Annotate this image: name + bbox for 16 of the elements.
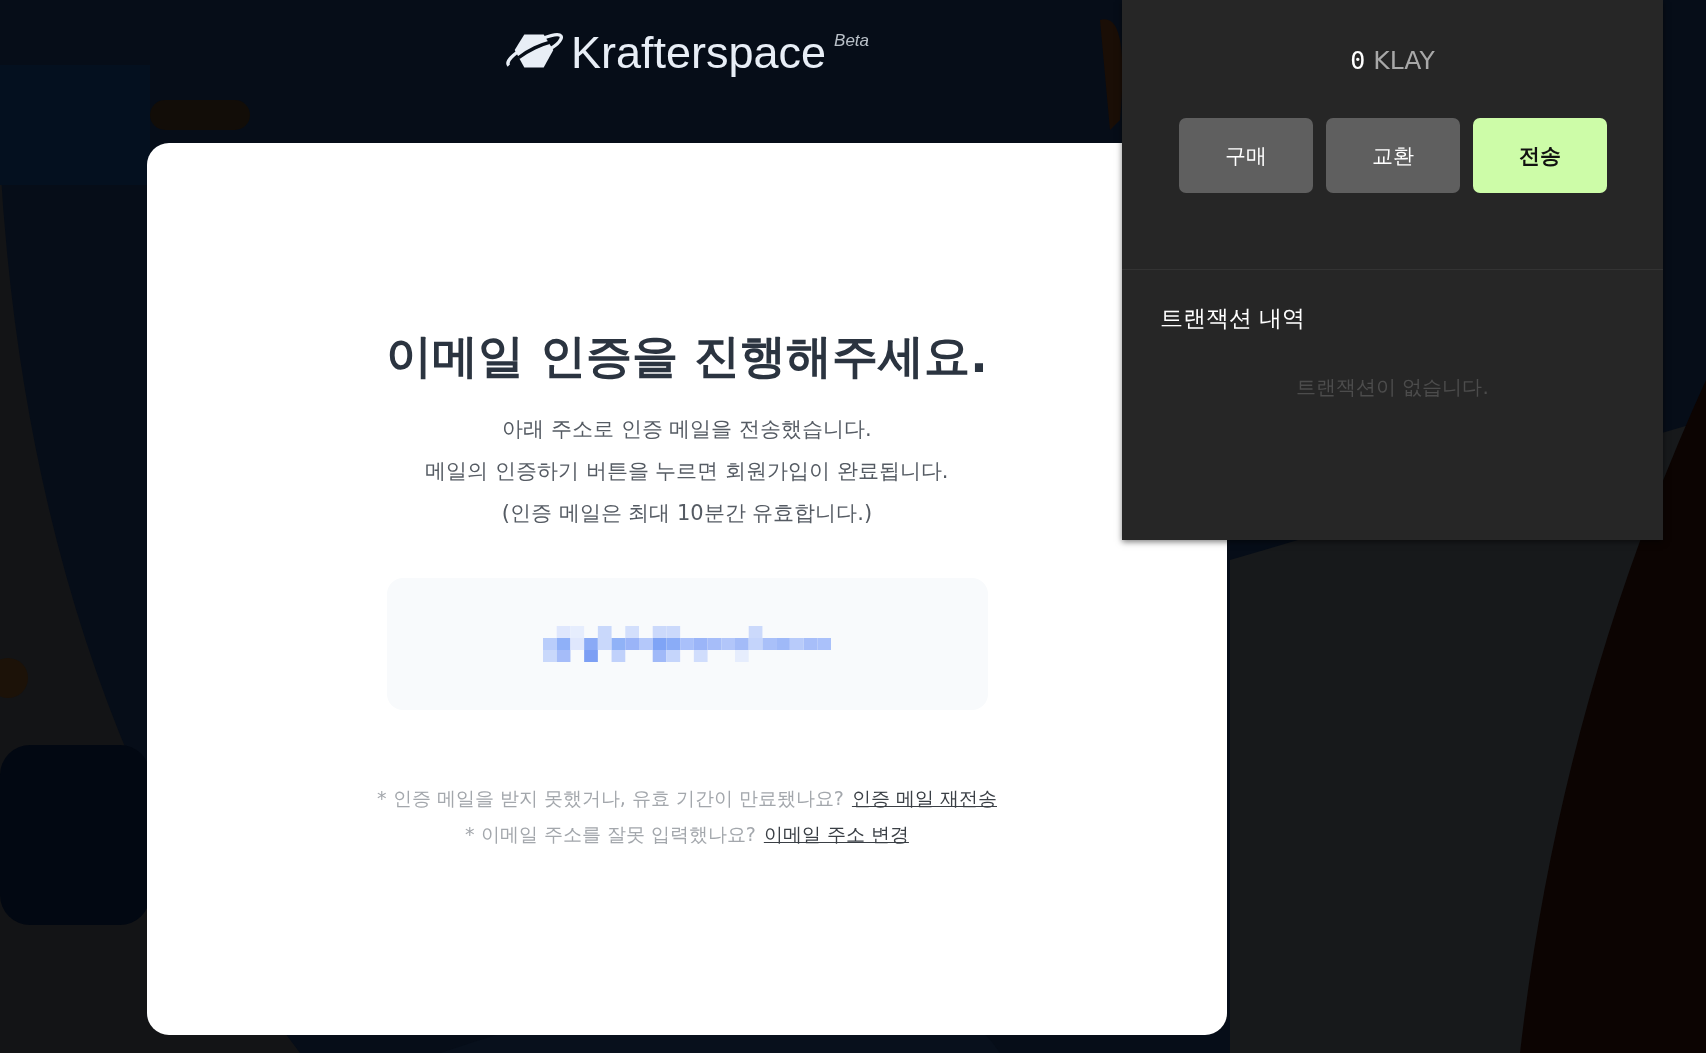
balance-unit: KLAY <box>1373 45 1435 77</box>
wallet-action-button[interactable]: 구매 <box>1178 118 1313 193</box>
message-line: 메일의 인증하기 버튼을 누르면 회원가입이 완료됩니다. <box>425 458 949 485</box>
beta-label: Beta <box>834 31 870 51</box>
message-line: (인증 메일은 최대 10분간 유효합니다.) <box>500 500 874 527</box>
note-link[interactable]: 이메일 주소 변경 <box>763 820 909 848</box>
note-link[interactable]: 인증 메일 재전송 <box>851 784 997 812</box>
message-line: 아래 주소로 인증 메일을 전송했습니다. <box>501 416 873 443</box>
wallet-action-button[interactable]: 전송 <box>1472 118 1607 193</box>
note-text: * 이메일 주소를 잘못 입력했나요? <box>465 822 756 847</box>
note-text: * 인증 메일을 받지 못했거나, 유효 기간이 만료됐나요? <box>377 786 844 811</box>
balance-amount: 0 <box>1350 45 1366 77</box>
logo-text: Krafterspace <box>570 28 827 78</box>
wallet-action-button[interactable]: 교환 <box>1325 118 1460 193</box>
history-title: 트랜잭션 내역 <box>1160 304 1307 333</box>
page-title: 이메일 인증을 진행해주세요. <box>386 328 988 385</box>
